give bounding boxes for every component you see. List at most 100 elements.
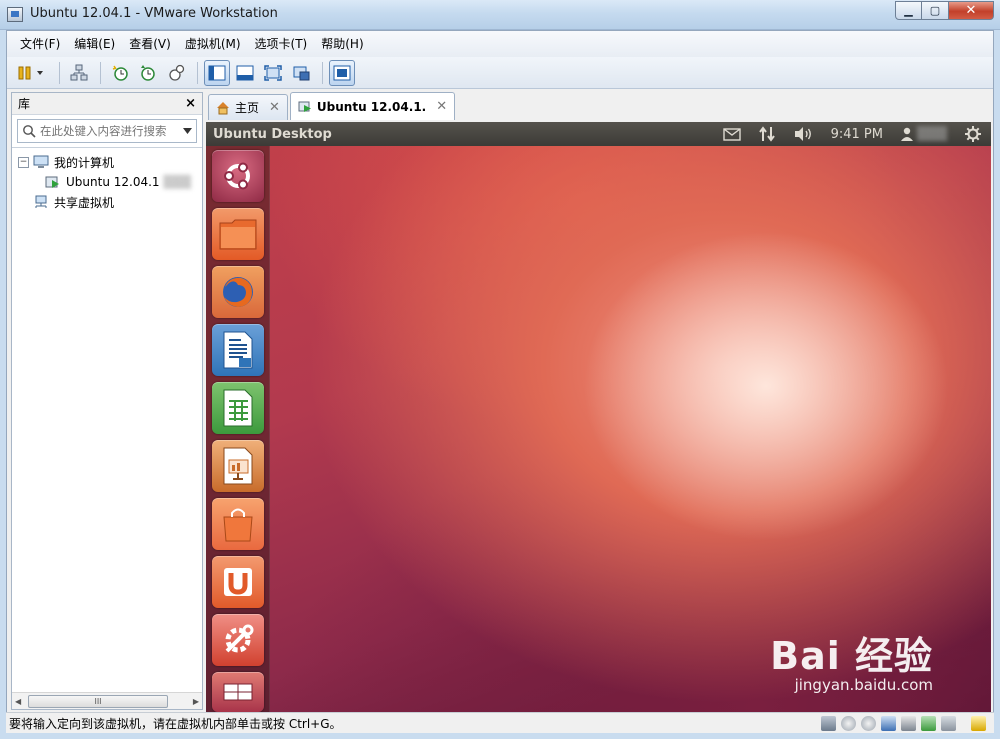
message-log-icon[interactable] (971, 716, 986, 731)
revert-icon (141, 64, 155, 81)
workspace-icon (223, 683, 253, 701)
network-updown-icon[interactable] (758, 126, 775, 142)
tab-vm-close-icon[interactable]: ✕ (436, 99, 447, 114)
launcher-impress[interactable] (212, 440, 264, 492)
status-bar: 要将输入定向到该虚拟机，请在虚拟机内部单击或按 Ctrl+G。 (6, 712, 994, 733)
clock[interactable]: 9:41 PM (831, 127, 883, 142)
menu-file[interactable]: 文件(F) (13, 31, 67, 57)
launcher-writer[interactable] (212, 324, 264, 376)
search-dropdown-icon[interactable] (183, 128, 192, 134)
snapshot-manager-button[interactable] (163, 60, 189, 86)
unity-mode-button[interactable] (288, 60, 314, 86)
sound-icon[interactable] (921, 716, 936, 731)
status-text: 要将输入定向到该虚拟机，请在虚拟机内部单击或按 Ctrl+G。 (9, 716, 342, 731)
minimize-icon: ▁ (904, 4, 913, 17)
scroll-right-icon[interactable]: ▶ (193, 697, 199, 706)
launcher-software-center[interactable] (212, 498, 264, 550)
tab-home-close-icon[interactable]: ✕ (269, 100, 280, 115)
impress-presentation-icon (223, 447, 253, 485)
cd-drive-icon[interactable] (841, 716, 856, 731)
toolbar-separator (100, 61, 101, 84)
calc-spreadsheet-icon (223, 389, 253, 427)
window-titlebar[interactable]: Ubuntu 12.04.1 - VMware Workstation ▁ ▢ … (0, 0, 1000, 30)
library-search[interactable] (17, 119, 197, 143)
user-icon (901, 127, 913, 141)
library-title: 库 (18, 97, 31, 111)
launcher-workspace-switcher[interactable] (212, 672, 264, 712)
usb-icon[interactable] (941, 716, 956, 731)
launcher-system-settings[interactable] (212, 614, 264, 666)
device-icons (821, 716, 986, 731)
computer-icon (33, 155, 49, 168)
menubar: 文件(F) 编辑(E) 查看(V) 虚拟机(M) 选项卡(T) 帮助(H) (7, 31, 993, 57)
minimize-button[interactable]: ▁ (895, 1, 922, 20)
network-icon (70, 64, 88, 80)
printer-icon[interactable] (901, 716, 916, 731)
launcher-calc[interactable] (212, 382, 264, 434)
tab-ubuntu-vm[interactable]: Ubuntu 12.04.1. ✕ (289, 92, 456, 120)
take-snapshot-button[interactable] (107, 60, 133, 86)
hard-disk-icon[interactable] (821, 716, 836, 731)
ubuntu-one-icon (224, 568, 252, 596)
tab-strip: 主页 ✕ Ubuntu 12.04.1. ✕ (208, 92, 457, 120)
vm-console[interactable]: Ubuntu Desktop 9:41 PM ▒▒▒ Bai 经验 jingya… (206, 122, 991, 712)
window-controls: ▁ ▢ ✕ (895, 1, 994, 20)
suspend-dropdown-button[interactable] (13, 60, 51, 86)
shared-vm-icon (35, 195, 47, 208)
launcher-files[interactable] (212, 208, 264, 260)
menu-vm[interactable]: 虚拟机(M) (178, 31, 248, 57)
toolbar-separator (197, 61, 198, 84)
thumbnail-bar-button[interactable] (232, 60, 258, 86)
menu-view[interactable]: 查看(V) (122, 31, 178, 57)
maximize-button[interactable]: ▢ (922, 1, 949, 20)
network-adapter-icon[interactable] (881, 716, 896, 731)
menu-help[interactable]: 帮助(H) (314, 31, 370, 57)
library-search-input[interactable] (40, 124, 183, 138)
panel-title: Ubuntu Desktop (213, 126, 332, 142)
tab-home[interactable]: 主页 ✕ (208, 94, 288, 120)
full-screen-button[interactable] (260, 60, 286, 86)
redacted-text: ▒▒▒ (159, 175, 192, 189)
mail-icon[interactable] (722, 127, 741, 141)
tree-label-shared-vms: 共享虚拟机 (54, 195, 115, 210)
watermark-brand: Bai 经验 (770, 634, 933, 678)
close-button[interactable]: ✕ (949, 1, 994, 20)
panel-indicators: 9:41 PM ▒▒▒ (722, 122, 991, 146)
launcher-ubuntu-one[interactable] (212, 556, 264, 608)
cd-drive-2-icon[interactable] (861, 716, 876, 731)
tab-ubuntu-vm-label: Ubuntu 12.04.1. (316, 99, 427, 114)
shopping-bag-icon (223, 508, 253, 542)
scroll-thumb[interactable]: III (28, 695, 168, 708)
running-vm-icon (45, 176, 59, 188)
scroll-left-icon[interactable]: ◀ (15, 697, 21, 706)
search-icon (23, 125, 36, 138)
library-header: 库 × (12, 93, 202, 115)
session-gear-icon[interactable] (965, 126, 981, 142)
volume-icon[interactable] (793, 126, 813, 142)
tree-label-ubuntu-vm: Ubuntu 12.04.1 (66, 175, 160, 189)
user-menu[interactable]: ▒▒▒ (901, 127, 947, 142)
send-ctrl-alt-del-button[interactable] (66, 60, 92, 86)
library-close-icon[interactable]: × (185, 96, 196, 111)
tree-item-ubuntu-vm[interactable]: Ubuntu 12.04.1 ▒▒▒ (12, 172, 202, 192)
console-view-button[interactable] (329, 59, 355, 86)
dash-home-button[interactable] (212, 150, 264, 202)
launcher-firefox[interactable] (212, 266, 264, 318)
tree-label-my-computer: 我的计算机 (54, 155, 115, 170)
library-horizontal-scrollbar[interactable]: ◀ III ▶ (12, 692, 202, 709)
menu-tabs[interactable]: 选项卡(T) (248, 31, 315, 57)
tree-item-shared-vms[interactable]: 共享虚拟机 (12, 192, 202, 212)
thumbnail-icon (236, 65, 254, 80)
library-panel: 库 × − 我的计算机 Ubuntu 12.04.1 ▒▒▒ 共享虚拟机 (11, 92, 203, 710)
menu-edit[interactable]: 编辑(E) (67, 31, 122, 57)
library-view-icon (208, 65, 226, 80)
running-vm-icon (298, 101, 311, 112)
pause-icon (18, 66, 43, 79)
tree-item-my-computer[interactable]: − 我的计算机 (12, 152, 202, 172)
show-library-button[interactable] (204, 59, 230, 86)
revert-snapshot-button[interactable] (135, 60, 161, 86)
collapse-icon[interactable]: − (18, 156, 29, 168)
ubuntu-logo-icon (224, 162, 250, 190)
writer-document-icon (223, 331, 253, 369)
snapshot-icon (112, 65, 128, 81)
